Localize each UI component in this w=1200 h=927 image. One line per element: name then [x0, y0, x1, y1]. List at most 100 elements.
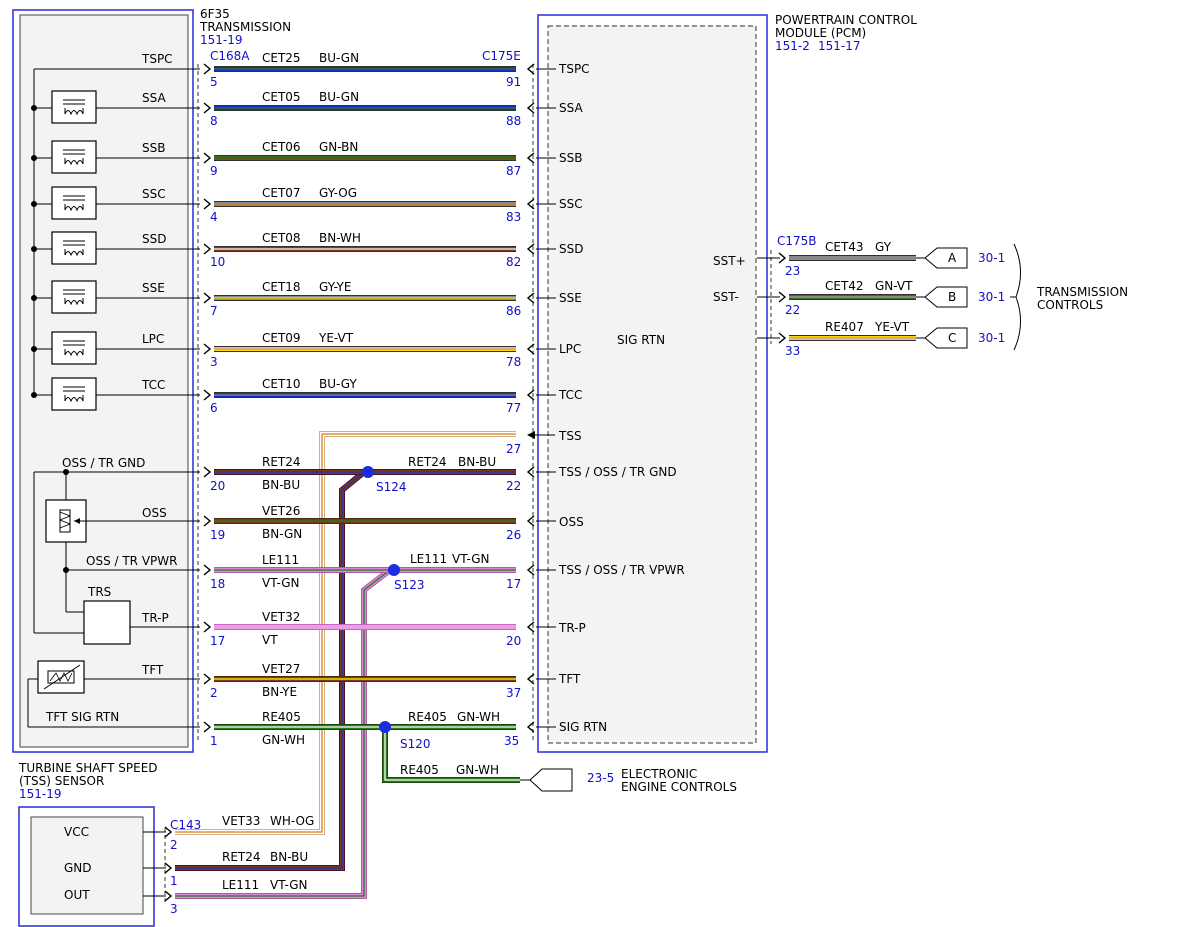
wire-color-cet07: GY-OG	[319, 186, 357, 200]
circuit-re407: RE407	[825, 320, 864, 334]
pcm-pin-22: 22	[506, 479, 521, 493]
splice-s120	[379, 721, 391, 733]
pcm-label-tr-p: TR-P	[558, 621, 586, 635]
trans-label-oss-tr-gnd: OSS / TR GND	[62, 456, 145, 470]
solenoid-icon	[51, 186, 97, 220]
circuit-re405-b: RE405	[408, 710, 447, 724]
group-label-1: TRANSMISSION	[1036, 285, 1128, 299]
trans-pin-1: 1	[210, 734, 218, 748]
wire-color-cet09: YE-VT	[318, 331, 354, 345]
wire-color-cet18: GY-YE	[319, 280, 351, 294]
trans-label-ssa: SSA	[142, 91, 166, 105]
circuit-cet10: CET10	[262, 377, 301, 391]
connector-c143: C143	[170, 818, 201, 832]
tss-circuit-vet33: VET33	[222, 814, 260, 828]
tss-pin-2: 2	[170, 838, 178, 852]
pcm-pin-91: 91	[506, 75, 521, 89]
color-le111-b: VT-GN	[452, 552, 489, 566]
pcm-label-tft: TFT	[558, 672, 581, 686]
connector-letter-a: A	[948, 251, 957, 265]
tss-pin-3: 3	[170, 902, 178, 916]
wire-color-cet08: BN-WH	[319, 231, 361, 245]
wire-color-cet05: BU-GN	[319, 90, 359, 104]
tss-wire-color-vet33: WH-OG	[270, 814, 314, 828]
eec-circuit: RE405	[400, 763, 439, 777]
tss-circuit-le111: LE111	[222, 878, 259, 892]
circuit-cet06: CET06	[262, 140, 301, 154]
connector-c175e: C175E	[482, 49, 521, 63]
circuit-cet09: CET09	[262, 331, 301, 345]
trans-pin-6: 6	[210, 401, 218, 415]
solenoid-icon	[51, 140, 97, 174]
color-ret24-b: BN-BU	[458, 455, 496, 469]
wire-color-cet10: BU-GY	[319, 377, 357, 391]
tss-title-2: (TSS) SENSOR	[19, 774, 104, 788]
splice-s123-label: S123	[394, 578, 425, 592]
trans-label-tr-p: TR-P	[141, 611, 169, 625]
pcm-pin-23: 23	[785, 264, 800, 278]
tss-sensor: TURBINE SHAFT SPEED (TSS) SENSOR 151-19 …	[18, 761, 314, 927]
pcm-pin-20: 20	[506, 634, 521, 648]
color-le111: VT-GN	[262, 576, 299, 590]
wire-color-cet42: GN-VT	[875, 279, 913, 293]
circuit-vet32: VET32	[262, 610, 300, 624]
tss-wire-color-ret24: BN-BU	[270, 850, 308, 864]
trans-label-lpc: LPC	[142, 332, 164, 346]
trans-label-tft: TFT	[141, 663, 164, 677]
transmission-title-1: 6F35	[200, 7, 230, 21]
circuit-vet27: VET27	[262, 662, 300, 676]
tss-label-vcc: VCC	[64, 825, 89, 839]
color-ret24: BN-BU	[262, 478, 300, 492]
control-row-b: B CET42 GN-VT 22 30-1	[757, 279, 1005, 317]
pcm-title-2: MODULE (PCM)	[775, 26, 866, 40]
color-re405: GN-WH	[262, 733, 305, 747]
connector-c168a: C168A	[210, 49, 250, 63]
solenoid-icon	[51, 280, 97, 314]
trans-label-ssc: SSC	[142, 187, 166, 201]
pcm-pin-83: 83	[506, 210, 521, 224]
trans-pin-10: 10	[210, 255, 225, 269]
eec-ref: 23-5	[587, 771, 614, 785]
control-row-c: C RE407 YE-VT 33 30-1	[757, 320, 1005, 358]
pcm-pin-35: 35	[504, 734, 519, 748]
trans-pin-8: 8	[210, 114, 218, 128]
color-vet27: BN-YE	[262, 685, 297, 699]
pcm-label-ssc: SSC	[559, 197, 583, 211]
circuit-re405: RE405	[262, 710, 301, 724]
splice-s120-label: S120	[400, 737, 431, 751]
ref-a: 30-1	[978, 251, 1005, 265]
circuit-cet25: CET25	[262, 51, 301, 65]
circuit-cet08: CET08	[262, 231, 301, 245]
tss-pin-1: 1	[170, 874, 178, 888]
tss-title-1: TURBINE SHAFT SPEED	[18, 761, 158, 775]
pcm-label-ssa: SSA	[559, 101, 583, 115]
circuit-ret24: RET24	[262, 455, 301, 469]
circuit-ret24-b: RET24	[408, 455, 447, 469]
pcm-pin-17: 17	[506, 577, 521, 591]
pcm-pin-27: 27	[506, 442, 521, 456]
trans-pin-7: 7	[210, 304, 218, 318]
group-label-2: CONTROLS	[1037, 298, 1103, 312]
pcm-label-oss: OSS	[559, 515, 584, 529]
pcm-internal-sig-rtn: SIG RTN	[617, 333, 665, 347]
eec-label-1: ELECTRONIC	[621, 767, 697, 781]
wiring-diagram: 6F35 TRANSMISSION 151-19 C168A POWERTRAI…	[12, 7, 1128, 927]
pcm-title-1: POWERTRAIN CONTROL	[775, 13, 917, 27]
pcm-label-tspc: TSPC	[558, 62, 590, 76]
trans-pin-18: 18	[210, 577, 225, 591]
pcm-sst-minus: SST-	[713, 290, 739, 304]
solenoid-icon	[51, 90, 97, 124]
eec-label-2: ENGINE CONTROLS	[621, 780, 737, 794]
splice-s123	[388, 564, 400, 576]
wire-color-cet25: BU-GN	[319, 51, 359, 65]
connector-letter-c: C	[948, 331, 956, 345]
pcm-label-tss-oss-tr-vpwr: TSS / OSS / TR VPWR	[558, 563, 685, 577]
trans-pin-17: 17	[210, 634, 225, 648]
color-re405-b: GN-WH	[457, 710, 500, 724]
trans-label-ssb: SSB	[142, 141, 165, 155]
splice-s124-label: S124	[376, 480, 407, 494]
trans-label-tcc: TCC	[141, 378, 165, 392]
ref-c: 30-1	[978, 331, 1005, 345]
trs-box	[83, 600, 131, 645]
trans-pin-2: 2	[210, 686, 218, 700]
